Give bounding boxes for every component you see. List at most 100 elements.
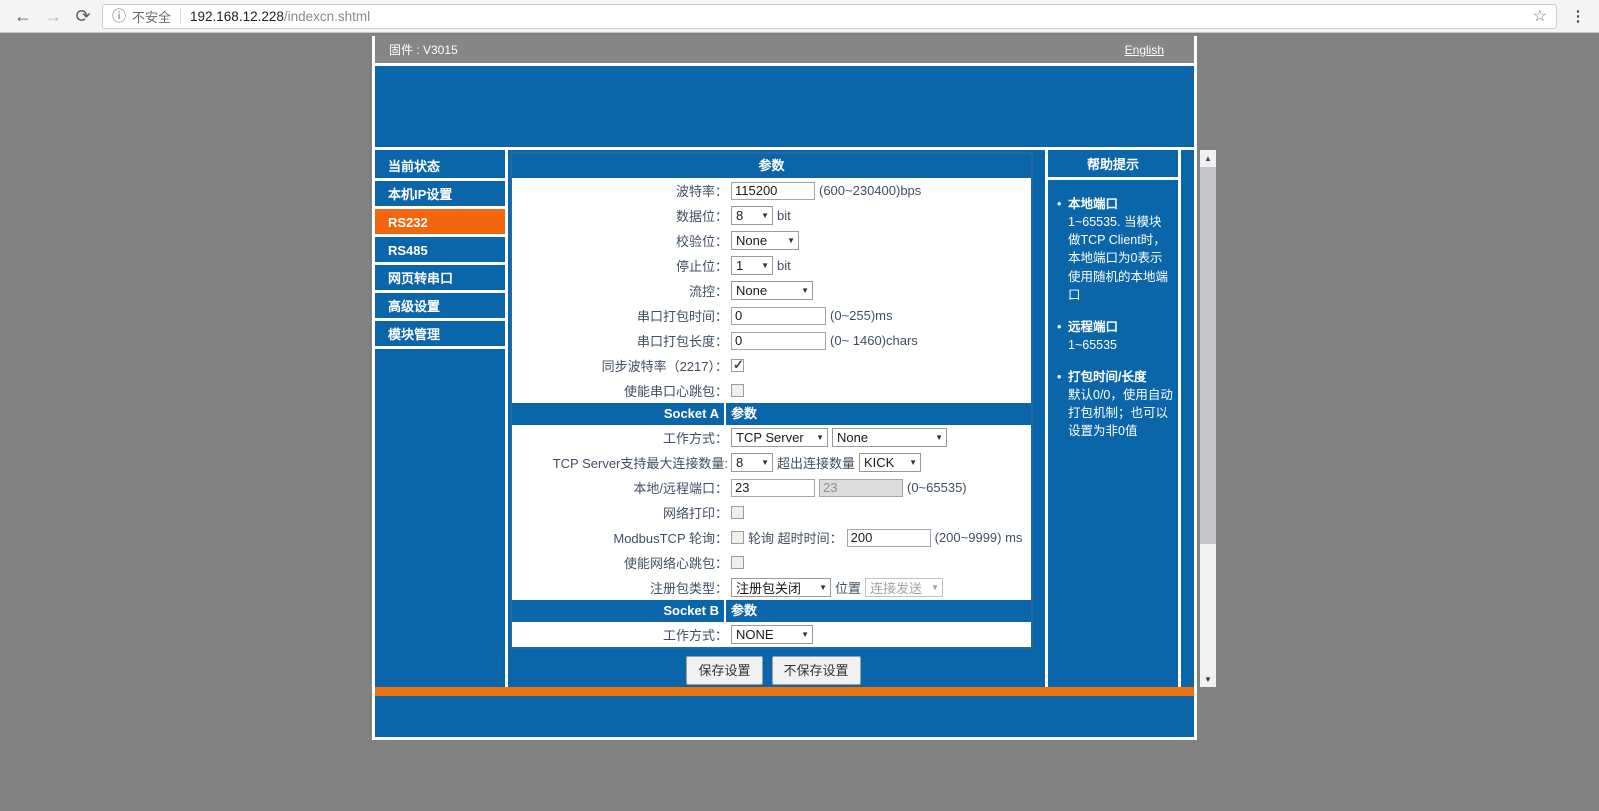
stop-bits-select[interactable]: 1▼ — [731, 256, 773, 275]
net-print-checkbox[interactable] — [731, 506, 744, 519]
chevron-down-icon: ▼ — [787, 236, 795, 245]
uart-heartbeat-row: 使能串口心跳包： — [512, 378, 1031, 403]
kick-policy-select[interactable]: KICK▼ — [859, 453, 921, 472]
max-conn-select[interactable]: 8▼ — [731, 453, 773, 472]
socket-a-title: Socket A — [512, 403, 726, 425]
pack-length-row: 串口打包长度： (0~ 1460)chars — [512, 328, 1031, 353]
modbus-timeout-input[interactable] — [847, 529, 931, 547]
pack-time-input[interactable] — [731, 307, 826, 325]
url-host: 192.168.12.228 — [190, 9, 284, 24]
sidebar-item-advanced[interactable]: 高级设置 — [375, 293, 505, 321]
baud-rate-input[interactable] — [731, 182, 815, 200]
sidebar-item-web-to-serial[interactable]: 网页转串口 — [375, 265, 505, 293]
modbus-timeout-range: (200~9999) ms — [935, 530, 1023, 545]
workmode-a-label: 工作方式： — [512, 428, 728, 447]
help-list: 本地端口 1~65535. 当模块做TCP Client时，本地端口为0表示使用… — [1048, 195, 1178, 441]
workmode-b-label: 工作方式： — [512, 625, 728, 644]
modbus-poll-label: ModbusTCP 轮询： — [512, 528, 728, 547]
content-scrollbar[interactable]: ▲ ▼ — [1200, 150, 1216, 687]
device-page: 固件 : V3015 English 当前状态 本机IP设置 RS232 RS4… — [372, 36, 1197, 740]
pack-length-input[interactable] — [731, 332, 826, 350]
ports-row: 本地/远程端口： (0~65535) — [512, 475, 1031, 500]
net-print-label: 网络打印： — [512, 503, 728, 522]
forward-icon[interactable]: → — [38, 6, 68, 27]
workmode-b-select[interactable]: NONE▼ — [731, 625, 813, 644]
url-text[interactable]: 192.168.12.228/indexcn.shtml — [190, 9, 370, 24]
help-item-pack-time-length: 打包时间/长度 默认0/0，使用自动打包机制；也可以设置为非0值 — [1057, 368, 1173, 441]
uart-heartbeat-checkbox[interactable] — [731, 384, 744, 397]
data-bits-row: 数据位： 8▼ bit — [512, 203, 1031, 228]
sync-baud-checkbox[interactable] — [731, 359, 744, 372]
chevron-down-icon: ▼ — [801, 630, 809, 639]
help-item-body: 1~65535. 当模块做TCP Client时，本地端口为0表示使用随机的本地… — [1068, 215, 1168, 302]
sidebar-item-module-mgmt[interactable]: 模块管理 — [375, 321, 505, 349]
ports-range: (0~65535) — [907, 480, 967, 495]
help-item-title: 打包时间/长度 — [1068, 370, 1146, 384]
reg-packet-type-select[interactable]: 注册包关闭▼ — [731, 578, 831, 597]
refresh-icon[interactable]: ⟳ — [68, 6, 98, 27]
chevron-down-icon: ▼ — [931, 583, 939, 592]
baud-rate-row: 波特率： (600~230400)bps — [512, 178, 1031, 203]
net-heartbeat-checkbox[interactable] — [731, 556, 744, 569]
url-path: /indexcn.shtml — [284, 9, 370, 24]
reg-packet-row: 注册包类型： 注册包关闭▼ 位置 连接发送▼ — [512, 575, 1031, 600]
sync-baud-row: 同步波特率（2217）： — [512, 353, 1031, 378]
local-port-input[interactable] — [731, 479, 815, 497]
save-settings-button[interactable]: 保存设置 — [686, 656, 762, 685]
flow-control-select[interactable]: None▼ — [731, 281, 813, 300]
workmode-a-select[interactable]: TCP Server▼ — [731, 428, 828, 447]
security-label: 不安全 — [132, 7, 171, 26]
content-row: 当前状态 本机IP设置 RS232 RS485 网页转串口 高级设置 模块管理 … — [375, 150, 1194, 687]
help-item-remote-port: 远程端口 1~65535 — [1057, 318, 1173, 354]
stop-bits-label: 停止位： — [512, 256, 728, 275]
pack-time-label: 串口打包时间： — [512, 306, 728, 325]
data-bits-select[interactable]: 8▼ — [731, 206, 773, 225]
back-icon[interactable]: ← — [8, 6, 38, 27]
socket-b-title: Socket B — [512, 600, 726, 622]
sync-baud-label: 同步波特率（2217）： — [512, 356, 728, 375]
net-print-row: 网络打印： — [512, 500, 1031, 525]
sidebar-item-local-ip[interactable]: 本机IP设置 — [375, 181, 505, 209]
bookmark-star-icon[interactable]: ☆ — [1533, 6, 1547, 26]
max-conn-row: TCP Server支持最大连接数量: 8▼ 超出连接数量 KICK▼ — [512, 450, 1031, 475]
baud-rate-label: 波特率： — [512, 181, 728, 200]
firmware-version-label: 固件 : V3015 — [389, 41, 458, 58]
parity-row: 校验位： None▼ — [512, 228, 1031, 253]
parity-select[interactable]: None▼ — [731, 231, 799, 250]
workmode-a-extra-select[interactable]: None▼ — [832, 428, 947, 447]
browser-menu-icon[interactable]: ⋮ — [1565, 7, 1591, 25]
stop-bits-unit: bit — [777, 258, 791, 273]
chevron-down-icon: ▼ — [761, 211, 769, 220]
chevron-down-icon: ▼ — [761, 458, 769, 467]
page-footer — [375, 696, 1194, 737]
data-bits-label: 数据位： — [512, 206, 728, 225]
discard-settings-button[interactable]: 不保存设置 — [772, 656, 861, 685]
main-panel: 参数 波特率： (600~230400)bps 数据位： 8▼ bit — [508, 150, 1039, 687]
scrollbar-thumb[interactable] — [1200, 167, 1216, 544]
chevron-down-icon: ▼ — [761, 261, 769, 270]
banner — [375, 66, 1194, 147]
modbus-poll-row: ModbusTCP 轮询： 轮询 超时时间： (200~9999) ms — [512, 525, 1031, 550]
modbus-poll-checkbox[interactable] — [731, 531, 744, 544]
sidebar-item-rs485[interactable]: RS485 — [375, 237, 505, 265]
scrollbar-up-icon[interactable]: ▲ — [1200, 150, 1216, 166]
english-link[interactable]: English — [1125, 43, 1164, 57]
address-bar[interactable]: ⓘ 不安全 192.168.12.228/indexcn.shtml ☆ — [102, 4, 1557, 29]
baud-rate-range: (600~230400)bps — [819, 183, 921, 198]
sidebar-item-current-status[interactable]: 当前状态 — [375, 153, 505, 181]
chevron-down-icon: ▼ — [935, 433, 943, 442]
pack-time-range: (0~255)ms — [830, 308, 893, 323]
stop-bits-row: 停止位： 1▼ bit — [512, 253, 1031, 278]
pack-length-label: 串口打包长度： — [512, 331, 728, 350]
chevron-down-icon: ▼ — [819, 583, 827, 592]
chevron-down-icon: ▼ — [816, 433, 824, 442]
chevron-down-icon: ▼ — [909, 458, 917, 467]
flow-control-label: 流控： — [512, 281, 728, 300]
scrollbar-down-icon[interactable]: ▼ — [1200, 671, 1216, 687]
info-icon[interactable]: ⓘ — [112, 6, 126, 26]
reg-packet-position-label: 位置 — [835, 578, 861, 597]
sidebar-item-rs232[interactable]: RS232 — [375, 209, 505, 237]
browser-window: { "browser": { "security_label": "不安全", … — [0, 0, 1599, 811]
parity-label: 校验位： — [512, 231, 728, 250]
data-bits-unit: bit — [777, 208, 791, 223]
